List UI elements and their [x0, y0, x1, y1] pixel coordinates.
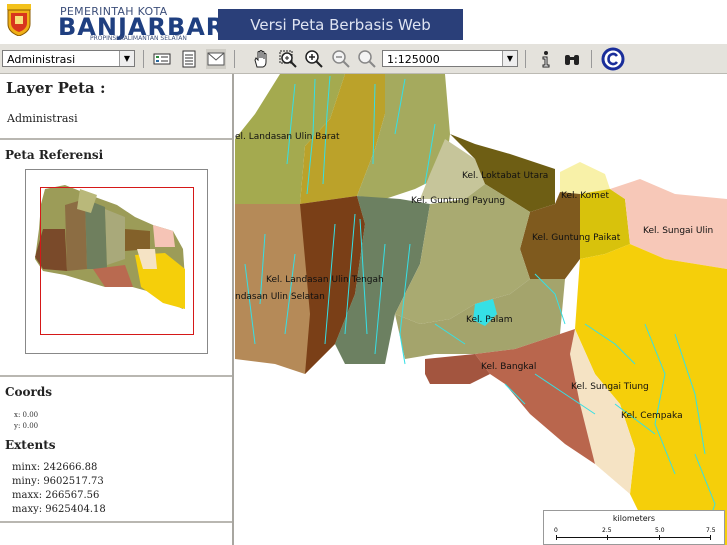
- layer-pane: Layer Peta : Administrasi: [0, 74, 232, 140]
- layer-title: Layer Peta :: [6, 79, 106, 97]
- label-sungai-ulin: Kel. Sungai Ulin: [643, 226, 713, 236]
- city-emblem-icon: [7, 4, 31, 36]
- label-cempaka: Kel. Cempaka: [621, 411, 683, 421]
- label-palam: Kel. Palam: [466, 315, 513, 325]
- layer-list-icon[interactable]: [179, 49, 199, 69]
- extent-maxy: maxy: 9625404.18: [12, 504, 106, 515]
- zoom-full-icon[interactable]: [357, 49, 377, 69]
- scale-bar: kilometers 0 2.5 5.0 7.5: [543, 510, 725, 545]
- scale-tick-3: 7.5: [706, 527, 716, 534]
- toolbar-divider: [525, 50, 526, 68]
- coord-y: y: 0.00: [14, 422, 39, 430]
- label-landasan-ulin-barat: el. Landasan Ulin Barat: [235, 132, 340, 142]
- coords-title: Coords: [5, 385, 53, 399]
- map-canvas[interactable]: el. Landasan Ulin Barat Kel. Loktabat Ut…: [235, 74, 727, 545]
- toolbar-divider: [143, 50, 144, 68]
- label-bangkal: Kel. Bangkal: [481, 362, 536, 372]
- binoculars-icon[interactable]: [562, 49, 582, 69]
- version-banner: Versi Peta Berbasis Web: [218, 9, 463, 40]
- label-komet: Kel. Komet: [561, 191, 609, 201]
- toolbar-divider: [591, 50, 592, 68]
- coord-x: x: 0.00: [14, 411, 39, 419]
- org-line-3: PROPINSI KALIMANTAN SELATAN: [90, 35, 187, 42]
- info-icon[interactable]: [536, 49, 556, 69]
- coords-pane: Coords x: 0.00 y: 0.00 Extents minx: 242…: [0, 377, 232, 523]
- scale-tick-mark: [556, 535, 557, 540]
- scale-tick-0: 0: [554, 527, 558, 534]
- reference-map[interactable]: [25, 169, 208, 354]
- zoom-box-icon[interactable]: [278, 49, 298, 69]
- layer-select-value: Administrasi: [7, 53, 76, 66]
- scale-tick-2: 5.0: [655, 527, 665, 534]
- zoom-out-icon[interactable]: [331, 49, 351, 69]
- label-landasan-ulin-selatan: ndasan Ulin Selatan: [235, 292, 325, 302]
- scale-select-value: 1:125000: [387, 53, 440, 66]
- scale-tick-mark: [710, 535, 711, 540]
- label-landasan-ulin-tengah: Kel. Landasan Ulin Tengah: [266, 275, 384, 285]
- left-panel: Layer Peta : Administrasi Peta Referensi…: [0, 74, 234, 545]
- extents-title: Extents: [5, 438, 56, 452]
- scale-tick-mark: [607, 535, 608, 540]
- layer-value: Administrasi: [7, 112, 78, 125]
- layer-select[interactable]: Administrasi ▼: [2, 50, 135, 67]
- extent-maxx: maxx: 266567.56: [12, 490, 100, 501]
- legend-icon[interactable]: [152, 49, 172, 69]
- scale-line: [556, 537, 710, 538]
- map-view[interactable]: el. Landasan Ulin Barat Kel. Loktabat Ut…: [235, 74, 727, 545]
- label-sungai-tiung: Kel. Sungai Tiung: [571, 382, 649, 392]
- label-loktabat-utara: Kel. Loktabat Utara: [462, 171, 548, 181]
- chevron-down-icon[interactable]: ▼: [119, 51, 134, 66]
- pan-hand-icon[interactable]: [251, 49, 271, 69]
- zoom-in-icon[interactable]: [304, 49, 324, 69]
- header: PEMERINTAH KOTA BANJARBARU PROPINSI KALI…: [0, 0, 727, 44]
- scale-select[interactable]: 1:125000 ▼: [382, 50, 518, 67]
- label-guntung-payung: Kel. Guntung Payung: [411, 196, 505, 206]
- reference-pane: Peta Referensi: [0, 140, 232, 377]
- label-guntung-paikat: Kel. Guntung Paikat: [532, 233, 621, 243]
- reference-title: Peta Referensi: [5, 148, 104, 162]
- extent-miny: miny: 9602517.73: [12, 476, 104, 487]
- chevron-down-icon[interactable]: ▼: [502, 51, 517, 66]
- mail-icon[interactable]: [206, 49, 226, 69]
- scale-tick-1: 2.5: [602, 527, 612, 534]
- toolbar-divider: [234, 50, 235, 68]
- extent-minx: minx: 242666.88: [12, 462, 98, 473]
- map-toolbar: Administrasi ▼ 1:125000 ▼: [0, 44, 727, 74]
- copyright-icon[interactable]: [601, 47, 625, 71]
- scale-tick-mark: [659, 535, 660, 540]
- scale-unit: kilometers: [612, 514, 656, 523]
